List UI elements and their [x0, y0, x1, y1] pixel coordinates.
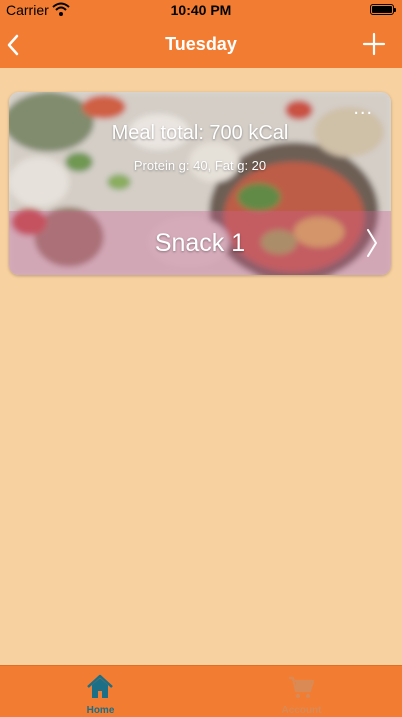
- status-bar: Carrier 10:40 PM: [0, 0, 402, 20]
- meal-total-label: Meal total: 700 kCal: [111, 122, 289, 144]
- tab-home-label: Home: [86, 705, 115, 716]
- status-time: 10:40 PM: [170, 2, 232, 18]
- tab-account-label: Account: [281, 705, 322, 716]
- page-title: Tuesday: [165, 34, 237, 54]
- macros-label: Protein g: 40, Fat g: 20: [133, 158, 267, 173]
- chevron-right-icon[interactable]: [365, 228, 379, 258]
- nav-bar: Tuesday: [0, 20, 402, 68]
- meal-name-label: Snack 1: [154, 229, 246, 257]
- tab-home[interactable]: Home: [0, 666, 201, 717]
- home-icon: [87, 674, 113, 698]
- cart-icon: [289, 676, 315, 699]
- tab-account[interactable]: Account: [201, 666, 402, 717]
- battery-icon: [370, 4, 396, 15]
- more-options-button[interactable]: ...: [353, 98, 373, 118]
- meal-card[interactable]: ... Meal total: 700 kCal Protein g: 40, …: [9, 92, 391, 275]
- plus-icon[interactable]: [362, 32, 386, 56]
- tab-bar: Home Account: [0, 665, 402, 717]
